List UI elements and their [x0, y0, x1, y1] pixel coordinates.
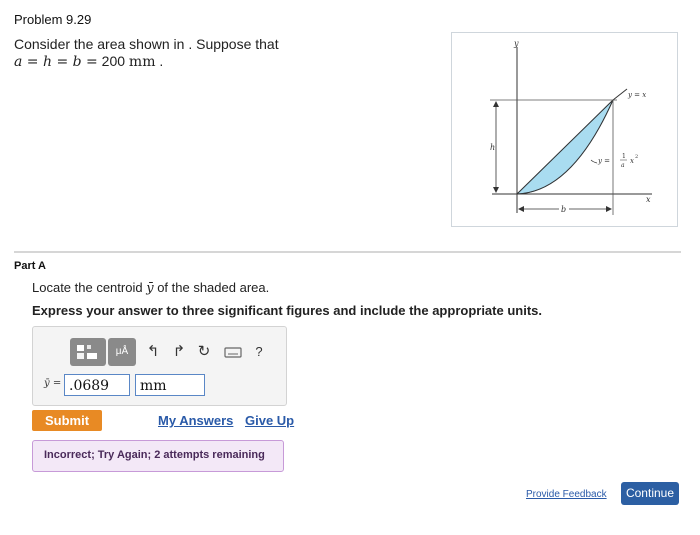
x-axis-label: x — [646, 195, 651, 204]
h-arrow-bottom — [493, 187, 499, 193]
feedback-message: Incorrect; Try Again; 2 attempts remaini… — [44, 449, 265, 461]
answer-variable-label: ȳ = — [44, 378, 62, 389]
b-arrow-right — [606, 206, 612, 212]
help-button[interactable]: ? — [250, 343, 268, 361]
curve-label-prefix: y = — [597, 157, 610, 165]
give-up-link[interactable]: Give Up — [245, 413, 294, 428]
b-arrow-left — [518, 206, 524, 212]
problem-statement: Consider the area shown in . Suppose tha… — [14, 36, 279, 71]
math-toolbar: μÅ ↰ ↱ ↻ ? — [44, 338, 278, 366]
instruction-pre: Locate the centroid — [32, 280, 143, 295]
problem-title: Problem 9.29 — [14, 12, 92, 27]
reset-icon[interactable]: ↻ — [195, 343, 213, 361]
templates-icon — [77, 345, 97, 359]
part-instruction: Locate the centroid ȳ of the shaded area… — [32, 280, 269, 296]
value-input[interactable]: .0689 — [64, 374, 130, 396]
units-button[interactable]: μÅ — [108, 338, 136, 366]
curve-label-numerator: 1 — [622, 153, 626, 160]
statement-text: Consider the area shown in . Suppose tha… — [14, 36, 279, 52]
centroid-symbol: ȳ — [146, 281, 154, 296]
units-input[interactable]: mm — [135, 374, 205, 396]
h-label: h — [490, 143, 495, 152]
equation-unit: mm — [128, 54, 156, 70]
answer-format-instruction: Express your answer to three significant… — [32, 303, 542, 318]
curve-label-denominator: a — [621, 162, 625, 169]
curve-label-leader — [590, 159, 598, 164]
redo-icon[interactable]: ↱ — [170, 343, 188, 361]
instruction-post: of the shaded area. — [157, 280, 270, 295]
help-label: ? — [255, 344, 263, 359]
units-button-label: μÅ — [115, 346, 129, 357]
given-equation: a = h = b = 200 mm . — [14, 53, 279, 71]
equation-vars: a = h = b = — [14, 54, 98, 70]
line-y-equals-x — [516, 99, 614, 195]
continue-button[interactable]: Continue — [621, 482, 679, 505]
figure-panel: h b y x y = x y = 1 a x 2 — [451, 32, 678, 227]
curve-label-var: x — [630, 157, 634, 165]
keyboard-icon[interactable] — [223, 343, 243, 361]
equation-value: 200 — [101, 53, 126, 69]
templates-button[interactable] — [70, 338, 106, 366]
undo-icon[interactable]: ↰ — [144, 343, 162, 361]
provide-feedback-link[interactable]: Provide Feedback — [526, 489, 607, 500]
b-label: b — [561, 205, 566, 214]
h-arrow-top — [493, 101, 499, 107]
equation-end: . — [159, 53, 164, 69]
my-answers-link[interactable]: My Answers — [158, 413, 233, 428]
part-label: Part A — [14, 260, 46, 272]
y-axis-label: y — [513, 39, 519, 48]
area-diagram: h b y x y = x y = 1 a x 2 — [490, 39, 652, 215]
line-extension — [612, 88, 628, 101]
section-divider — [14, 251, 681, 253]
line-label: y = x — [627, 91, 646, 99]
submit-button[interactable]: Submit — [32, 410, 102, 431]
curve-label-exponent: 2 — [635, 154, 638, 160]
